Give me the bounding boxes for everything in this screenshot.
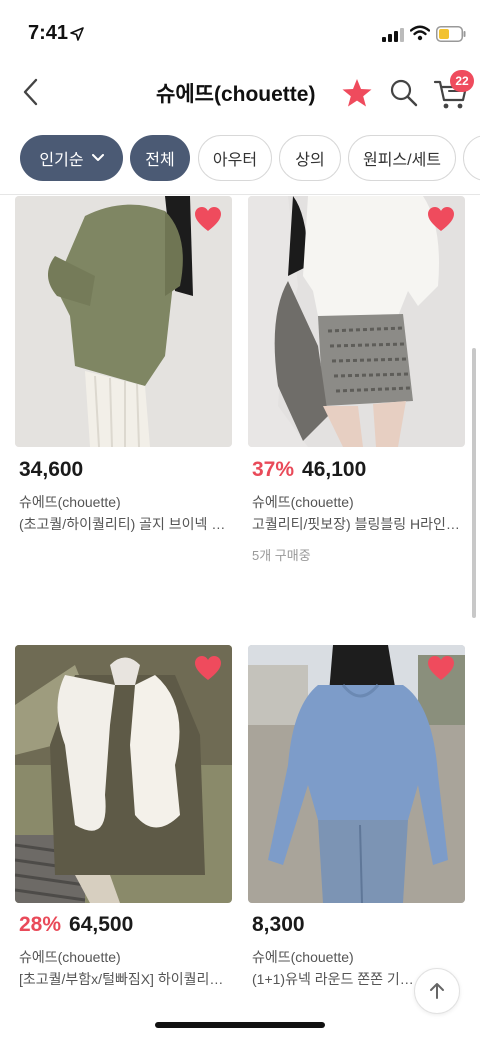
cellular-signal-icon (382, 28, 404, 42)
discount-rate: 37% (252, 458, 295, 481)
heart-icon[interactable] (194, 655, 222, 681)
home-indicator[interactable] (155, 1022, 325, 1028)
purchase-count: 5개 구매중 (252, 548, 311, 563)
heart-icon[interactable] (427, 206, 455, 232)
favorite-star-icon[interactable] (340, 76, 374, 110)
header: 슈에뜨(chouette) (0, 64, 480, 120)
status-time: 7:41 (28, 22, 69, 44)
product-card[interactable]: 37% 46,100 슈에뜨(chouette) 고퀄리티/핏보장) 블링블링 H… (248, 196, 465, 576)
product-name: 고퀄리티/핏보장) 블링블링 H라인 스커트 (252, 516, 462, 532)
header-divider (0, 194, 480, 195)
product-image[interactable] (15, 645, 232, 903)
price-row: 37% 46,100 (252, 458, 366, 482)
product-name: [초고퀄/부함x/털빠짐X] 하이퀄리티 머플러 (19, 971, 229, 987)
arrow-up-icon (430, 983, 444, 999)
category-chip-dress-set[interactable]: 원피스/세트 (348, 135, 456, 181)
heart-icon[interactable] (427, 655, 455, 681)
location-arrow-icon (70, 27, 84, 41)
product-card[interactable]: 8,300 슈에뜨(chouette) (1+1)유넥 라운드 쫀쫀 기본 티셔… (248, 645, 465, 987)
category-chip-top[interactable]: 상의 (279, 135, 341, 181)
product-name: (1+1)유넥 라운드 쫀쫀 기본 티셔츠 (252, 971, 417, 987)
price-row: 34,600 (19, 458, 83, 482)
product-image[interactable] (248, 196, 465, 447)
product-card[interactable]: 28% 64,500 슈에뜨(chouette) [초고퀄/부함x/털빠짐X] 하… (15, 645, 232, 987)
status-bar: 7:41 (0, 0, 480, 64)
search-icon[interactable] (388, 76, 420, 110)
heart-icon[interactable] (194, 206, 222, 232)
product-image[interactable] (248, 645, 465, 903)
category-chip-all[interactable]: 전체 (130, 135, 190, 181)
product-image[interactable] (15, 196, 232, 447)
product-photo-knit-sweater (15, 196, 232, 447)
category-chip-more[interactable] (463, 135, 480, 181)
product-name: (초고퀄/하이퀄리티) 골지 브이넥 니트 (19, 516, 229, 532)
product-photo-fur-muffler (15, 645, 232, 903)
page-title: 슈에뜨(chouette) (156, 83, 316, 106)
wifi-icon (410, 25, 430, 41)
price-row: 8,300 (252, 913, 305, 937)
product-card[interactable]: 34,600 슈에뜨(chouette) (초고퀄/하이퀄리티) 골지 브이넥 … (15, 196, 232, 576)
filter-bar: 인기순 전체 아우터 상의 원피스/세트 (0, 134, 480, 182)
chevron-left-icon (23, 78, 38, 106)
sort-label: 인기순 (39, 152, 84, 169)
battery-icon (436, 26, 466, 42)
price: 34,600 (19, 458, 84, 481)
brand-name: 슈에뜨(chouette) (252, 949, 354, 965)
sort-dropdown[interactable]: 인기순 (20, 135, 123, 181)
back-button[interactable] (14, 74, 48, 110)
price: 8,300 (252, 913, 305, 936)
brand-name: 슈에뜨(chouette) (19, 494, 121, 510)
price: 64,500 (69, 913, 134, 936)
brand-name: 슈에뜨(chouette) (19, 949, 121, 965)
product-photo-tweed-skirt (248, 196, 465, 447)
scroll-to-top-button[interactable] (414, 968, 460, 1014)
cart-count-badge: 22 (450, 70, 474, 92)
price-row: 28% 64,500 (19, 913, 133, 937)
discount-rate: 28% (19, 913, 62, 936)
chevron-down-icon (91, 154, 104, 161)
brand-name: 슈에뜨(chouette) (252, 494, 354, 510)
product-photo-round-tee (248, 645, 465, 903)
price: 46,100 (302, 458, 367, 481)
scrollbar[interactable] (472, 348, 476, 618)
category-chip-outer[interactable]: 아우터 (198, 135, 272, 181)
